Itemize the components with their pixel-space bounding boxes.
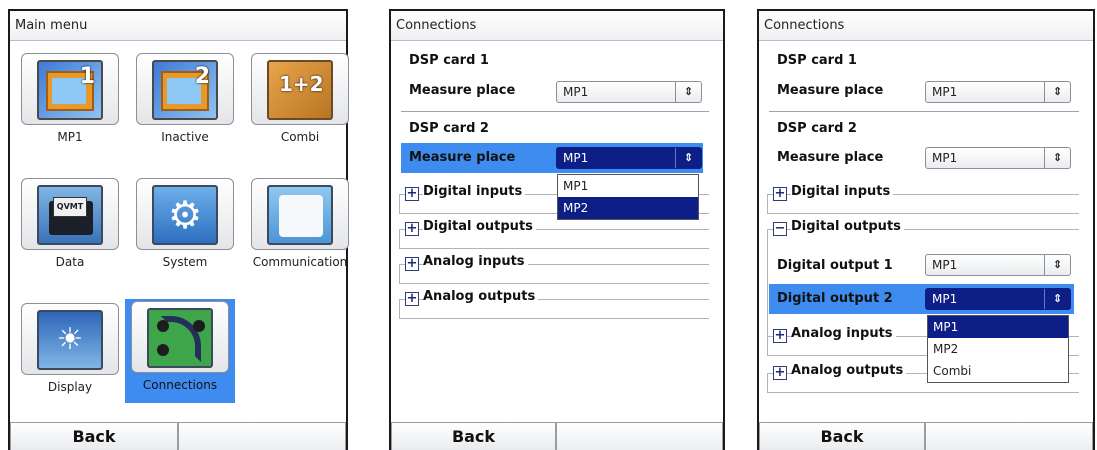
updown-arrow-icon: ⇕	[1044, 82, 1070, 102]
connections-screen-2: Connections DSP card 1 Measure place MP1…	[757, 9, 1095, 450]
digital-output-1-select[interactable]: MP1 ⇕	[925, 254, 1071, 276]
dsp-card-1-title: DSP card 1	[409, 53, 489, 68]
measure-place-select-dsp2[interactable]: MP1 ⇕	[556, 147, 702, 169]
softkey-right-empty[interactable]	[178, 422, 346, 450]
dsp-card-2-title: DSP card 2	[777, 121, 857, 136]
menu-item-communication[interactable]: Communication	[250, 176, 350, 286]
connections-screen-1: Connections DSP card 1 Measure place MP1…	[389, 9, 725, 450]
screen-title: Main menu	[10, 11, 346, 41]
updown-arrow-icon: ⇕	[1044, 289, 1070, 309]
mp1-icon: 1	[37, 60, 103, 120]
softkey-right-empty[interactable]	[556, 422, 723, 450]
measure-place-select-dsp1[interactable]: MP1 ⇕	[925, 81, 1071, 103]
measure-place-label: Measure place	[409, 150, 516, 165]
updown-arrow-icon: ⇕	[1044, 255, 1070, 275]
screen-title: Connections	[759, 11, 1093, 41]
menu-item-label: Combi	[280, 130, 320, 144]
group-digital-outputs[interactable]: − Digital outputs	[767, 217, 1079, 339]
updown-arrow-icon: ⇕	[1044, 148, 1070, 168]
menu-item-label: Communication	[252, 255, 348, 269]
menu-item-system[interactable]: ⚙ System	[135, 176, 235, 286]
digital-output-dropdown: MP1 MP2 Combi	[927, 315, 1069, 383]
brightness-icon: ☀	[37, 310, 103, 370]
expand-plus-icon[interactable]: +	[773, 329, 787, 343]
group-analog-inputs[interactable]: + Analog inputs	[399, 252, 709, 286]
dropdown-option-combi[interactable]: Combi	[928, 360, 1068, 382]
expand-plus-icon[interactable]: +	[773, 366, 787, 380]
measure-place-label: Measure place	[409, 83, 516, 98]
expand-plus-icon[interactable]: +	[405, 187, 419, 201]
digital-output-1-label: Digital output 1	[777, 258, 893, 273]
main-menu-screen: Main menu 1 MP1 2 Inactive 1+2 Combi QVM…	[8, 9, 350, 450]
measure-place-dropdown: MP1 MP2	[557, 174, 699, 220]
menu-item-data[interactable]: QVMT Data	[20, 176, 120, 286]
dsp-card-1-title: DSP card 1	[777, 53, 857, 68]
connections-icon	[147, 308, 213, 368]
menu-item-mp1[interactable]: 1 MP1	[20, 51, 120, 161]
measure-place-label: Measure place	[777, 150, 884, 165]
measure-place-select-dsp2[interactable]: MP1 ⇕	[925, 147, 1071, 169]
back-button[interactable]: Back	[759, 422, 925, 450]
collapse-minus-icon[interactable]: −	[773, 222, 787, 236]
menu-item-inactive[interactable]: 2 Inactive	[135, 51, 235, 161]
menu-item-label: MP1	[57, 130, 83, 144]
updown-arrow-icon: ⇕	[675, 148, 701, 168]
menu-item-label: Data	[55, 255, 85, 269]
expand-plus-icon[interactable]: +	[773, 187, 787, 201]
expand-plus-icon[interactable]: +	[405, 292, 419, 306]
menu-item-connections[interactable]: Connections	[125, 299, 235, 403]
menu-item-label: Display	[47, 380, 93, 394]
communication-icon	[267, 185, 333, 245]
expand-plus-icon[interactable]: +	[405, 257, 419, 271]
group-digital-inputs[interactable]: + Digital inputs	[767, 182, 1079, 216]
expand-plus-icon[interactable]: +	[405, 222, 419, 236]
gears-icon: ⚙	[152, 185, 218, 245]
menu-item-combi[interactable]: 1+2 Combi	[250, 51, 350, 161]
back-button[interactable]: Back	[10, 422, 178, 450]
digital-output-2-select[interactable]: MP1 ⇕	[925, 288, 1071, 310]
digital-output-2-label: Digital output 2	[777, 291, 893, 306]
back-button[interactable]: Back	[391, 422, 556, 450]
divider	[769, 111, 1079, 113]
combi-icon: 1+2	[267, 60, 333, 120]
measure-place-label: Measure place	[777, 83, 884, 98]
updown-arrow-icon: ⇕	[675, 82, 701, 102]
dropdown-option-mp2[interactable]: MP2	[558, 197, 698, 219]
softkey-right-empty[interactable]	[925, 422, 1093, 450]
dropdown-option-mp1[interactable]: MP1	[558, 175, 698, 197]
divider	[401, 111, 709, 113]
menu-item-label: Inactive	[161, 130, 209, 144]
dropdown-option-mp2[interactable]: MP2	[928, 338, 1068, 360]
dsp-card-2-title: DSP card 2	[409, 121, 489, 136]
screen-title: Connections	[391, 11, 723, 41]
measure-place-select-dsp1[interactable]: MP1 ⇕	[556, 81, 702, 103]
dropdown-option-mp1[interactable]: MP1	[928, 316, 1068, 338]
group-digital-outputs[interactable]: + Digital outputs	[399, 217, 709, 251]
data-folder-icon: QVMT	[37, 185, 103, 245]
group-analog-outputs[interactable]: + Analog outputs	[399, 287, 709, 321]
menu-item-display[interactable]: ☀ Display	[20, 301, 120, 411]
menu-item-label: Connections	[142, 378, 218, 392]
menu-item-label: System	[162, 255, 208, 269]
mp2-icon: 2	[152, 60, 218, 120]
